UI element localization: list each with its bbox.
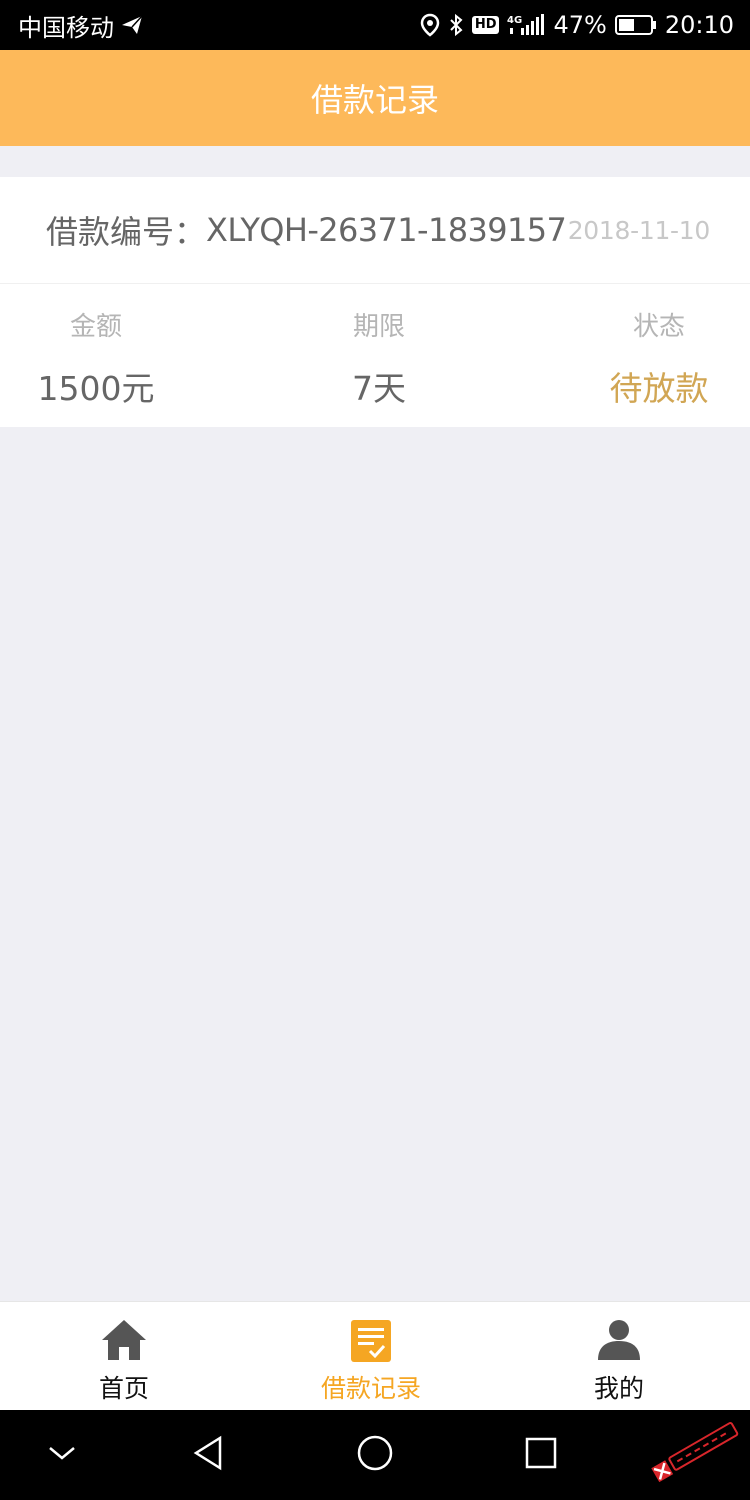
square-recent-icon bbox=[524, 1436, 558, 1474]
term-column: 期限 7天 bbox=[305, 284, 453, 426]
loan-record-card[interactable]: 借款编号： XLYQH-26371-1839157 2018-11-10 金额 … bbox=[0, 177, 750, 427]
tab-mine[interactable]: 我的 bbox=[529, 1302, 709, 1411]
hd-badge: HD bbox=[471, 16, 500, 34]
circle-home-icon bbox=[356, 1434, 394, 1476]
tab-home-label: 首页 bbox=[98, 1374, 149, 1403]
tab-mine-label: 我的 bbox=[593, 1374, 644, 1403]
status-bar: 中国移动 HD 4G 47% 20:10 bbox=[0, 0, 750, 50]
location-icon bbox=[420, 13, 440, 37]
back-triangle-icon bbox=[192, 1435, 224, 1475]
home-button[interactable] bbox=[343, 1410, 407, 1500]
tab-loan-records[interactable]: 借款记录 bbox=[281, 1302, 461, 1411]
home-icon bbox=[101, 1319, 147, 1365]
records-icon bbox=[350, 1319, 392, 1367]
term-label: 期限 bbox=[352, 312, 405, 342]
send-icon bbox=[120, 13, 144, 37]
system-nav-bar bbox=[0, 1410, 750, 1500]
amount-value: 1500元 bbox=[37, 369, 155, 408]
hide-nav-button[interactable] bbox=[30, 1410, 94, 1500]
loan-number-value: XLYQH-26371-1839157 bbox=[206, 211, 567, 249]
status-label: 状态 bbox=[632, 312, 685, 342]
bottom-tab-bar: 首页 借款记录 我的 bbox=[0, 1301, 750, 1410]
app-header: 借款记录 bbox=[0, 50, 750, 146]
tab-loan-records-label: 借款记录 bbox=[320, 1374, 421, 1403]
carrier-name: 中国移动 bbox=[18, 13, 114, 42]
page-title: 借款记录 bbox=[310, 81, 439, 119]
signal-icon: 4G bbox=[507, 13, 545, 37]
record-header: 借款编号： XLYQH-26371-1839157 2018-11-10 bbox=[0, 177, 750, 284]
term-value: 7天 bbox=[352, 369, 406, 408]
battery-icon bbox=[614, 14, 657, 36]
amount-label: 金额 bbox=[69, 312, 122, 342]
recent-apps-button[interactable] bbox=[509, 1410, 573, 1500]
back-button[interactable] bbox=[176, 1410, 240, 1500]
record-details: 金额 1500元 期限 7天 状态 待放款 bbox=[0, 284, 750, 426]
loan-date: 2018-11-10 bbox=[567, 215, 711, 245]
clock: 20:10 bbox=[664, 11, 734, 39]
chevron-down-icon bbox=[47, 1443, 77, 1467]
amount-column: 金额 1500元 bbox=[20, 284, 172, 426]
status-column: 状态 待放款 bbox=[585, 284, 733, 426]
bluetooth-icon bbox=[448, 13, 464, 37]
network-type: 4G bbox=[507, 15, 522, 26]
tab-home[interactable]: 首页 bbox=[34, 1302, 214, 1411]
battery-percent: 47% bbox=[553, 11, 607, 39]
status-value: 待放款 bbox=[609, 369, 709, 408]
watermark-logo bbox=[640, 1410, 750, 1490]
loan-number-label: 借款编号： bbox=[46, 213, 207, 251]
user-icon bbox=[597, 1319, 641, 1365]
